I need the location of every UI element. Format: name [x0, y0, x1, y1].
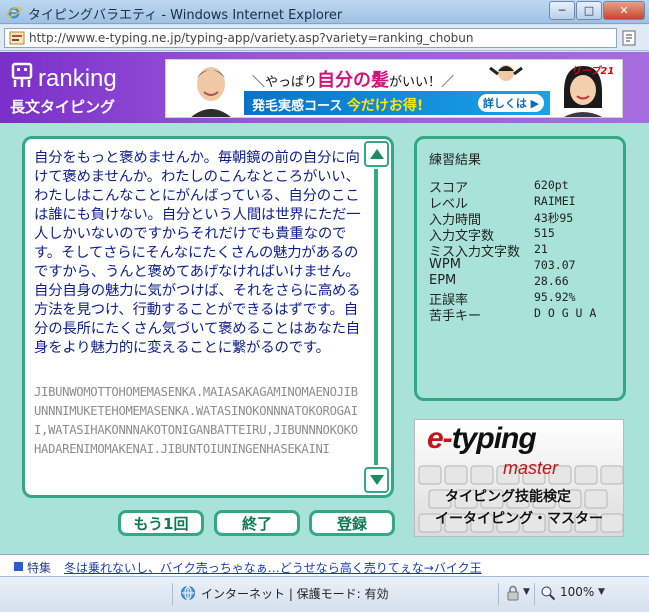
register-button[interactable]: 登録: [309, 510, 395, 536]
strip-highlight: 今だけお得!: [346, 98, 424, 114]
etm-master: master: [503, 458, 559, 478]
result-row: レベル RAIMEI: [429, 193, 619, 212]
address-field[interactable]: http://www.e-typing.ne.jp/typing-app/var…: [4, 28, 617, 48]
feature-label: 特集: [27, 561, 52, 575]
banner-strip-text: 発毛実感コース 今だけお得!: [252, 95, 423, 115]
triangle-up-icon: [369, 149, 384, 159]
etm-logo: e-typing: [427, 422, 537, 456]
result-value: 515: [534, 226, 555, 240]
results-panel: 練習結果 スコア 620pt レベル RAIMEI 入力時間 43秒95 入力文字数 5…: [414, 136, 626, 401]
advertisement-banner[interactable]: ＼やっぱり自分の髪がいい！／ 発毛実感コース 今だけお得! 詳しくは ▶ リーブ…: [165, 59, 623, 118]
catch-highlight: 自分の髪: [317, 70, 390, 91]
etm-logo-e: e-: [427, 422, 453, 455]
result-value: 28.66: [534, 274, 569, 288]
result-label: WPM: [429, 257, 461, 272]
typing-character-icon: [11, 62, 33, 87]
result-value: RAIMEI: [534, 194, 576, 208]
banner-brand: リーブ21: [571, 66, 615, 77]
results-title: 練習結果: [429, 153, 482, 168]
result-value: 703.07: [534, 258, 576, 272]
chevron-down-icon[interactable]: ▼: [523, 587, 530, 597]
triangle-down-icon: [369, 475, 384, 485]
result-row: 入力文字数 515: [429, 225, 619, 244]
catch-post: がいい！／: [389, 75, 455, 90]
result-value: 620pt: [534, 178, 569, 192]
page-title: ranking: [38, 65, 117, 92]
banner-catchcopy: ＼やっぱり自分の髪がいい！／: [252, 66, 454, 92]
internet-explorer-icon: [6, 7, 22, 19]
maximize-button[interactable]: □: [576, 1, 602, 20]
finish-button[interactable]: 終了: [214, 510, 300, 536]
page-subtitle: 長文タイピング: [10, 98, 116, 116]
address-bar: http://www.e-typing.ne.jp/typing-app/var…: [0, 25, 649, 51]
result-value: 21: [534, 242, 548, 256]
site-favicon-icon: [9, 31, 25, 45]
result-value: 43秒95: [534, 211, 574, 225]
result-row: 正誤率 95.92%: [429, 289, 619, 308]
result-value: D O G U A: [534, 306, 597, 320]
zoom-level[interactable]: 100%: [560, 585, 594, 599]
text-scrollbar[interactable]: [364, 141, 389, 493]
window-controls: ─ □ ✕: [548, 1, 645, 20]
etyping-master-ad[interactable]: e-typing master タイピング技能検定 イータイピング・マスター: [414, 419, 624, 537]
compatibility-view-icon[interactable]: [621, 30, 639, 46]
security-lock-icon[interactable]: [505, 585, 521, 601]
scroll-up-button[interactable]: [364, 141, 389, 167]
result-value: 95.92%: [534, 290, 576, 304]
japanese-passage: 自分をもっと褒めませんか。毎朝鏡の前の自分に向けて褒めませんか。わたしのこんなと…: [34, 150, 361, 356]
feature-bullet-icon: [14, 562, 23, 571]
result-row: WPM 703.07: [429, 257, 619, 273]
feature-strip: 特集 冬は乗れないし、バイク売っちゃなぁ…どうせなら高く売りてぇな→バイク王: [0, 554, 649, 576]
result-row: ミス入力文字数 21: [429, 241, 619, 260]
etm-tagline: タイピング技能検定: [445, 489, 571, 505]
catch-pre: ＼やっぱり: [252, 75, 318, 90]
status-separator: [172, 583, 173, 605]
feature-link[interactable]: 冬は乗れないし、バイク売っちゃなぁ…どうせなら高く売りてぇな→バイク王: [64, 559, 482, 576]
ranking-header: ranking 長文タイピング ＼やっぱり自分の髪がいい！／ 発毛実感コース 今…: [0, 52, 649, 123]
zoom-magnifier-icon[interactable]: [540, 585, 556, 601]
status-bar: インターネット | 保護モード: 有効 ▼ 100% ▼: [0, 576, 649, 612]
chevron-down-icon[interactable]: ▼: [598, 587, 605, 597]
romaji-passage: JIBUNWOMOTTOHOMEMASENKA.MAIASAKAGAMINOMA…: [34, 385, 358, 456]
title-bar: タイピングバラエティ - Windows Internet Explorer ─…: [0, 0, 649, 24]
banner-strip: 発毛実感コース 今だけお得! 詳しくは ▶: [244, 91, 550, 115]
man-portrait-icon: [191, 67, 231, 117]
scroll-down-button[interactable]: [364, 467, 389, 493]
retry-button[interactable]: もう1回: [118, 510, 204, 536]
status-separator: [498, 583, 499, 605]
window-title: タイピングバラエティ - Windows Internet Explorer: [28, 8, 343, 23]
typing-text-panel: 自分をもっと褒めませんか。毎朝鏡の前の自分に向けて褒めませんか。わたしのこんなと…: [22, 136, 394, 498]
minimize-button[interactable]: ─: [549, 1, 575, 20]
close-button[interactable]: ✕: [603, 1, 645, 20]
result-row: スコア 620pt: [429, 177, 619, 196]
globe-icon: [181, 586, 195, 600]
strip-pre: 発毛実感コース: [252, 99, 347, 114]
result-label: 苦手キー: [429, 309, 482, 324]
result-row: 入力時間 43秒95: [429, 209, 619, 228]
page-content: ranking 長文タイピング ＼やっぱり自分の髪がいい！／ 発毛実感コース 今…: [0, 52, 649, 554]
etm-name: イータイピング・マスター: [435, 511, 603, 527]
result-label: EPM: [429, 273, 457, 288]
status-separator: [534, 583, 535, 605]
result-row: EPM 28.66: [429, 273, 619, 289]
banner-detail-button[interactable]: 詳しくは ▶: [478, 94, 544, 112]
security-zone-text: インターネット | 保護モード: 有効: [201, 587, 389, 601]
etm-logo-typing: typing: [451, 422, 537, 455]
holding-head-figure-icon: [489, 65, 523, 81]
result-row: 苦手キー D O G U A: [429, 305, 619, 324]
url-text: http://www.e-typing.ne.jp/typing-app/var…: [29, 31, 474, 45]
scroll-track[interactable]: [374, 169, 378, 465]
